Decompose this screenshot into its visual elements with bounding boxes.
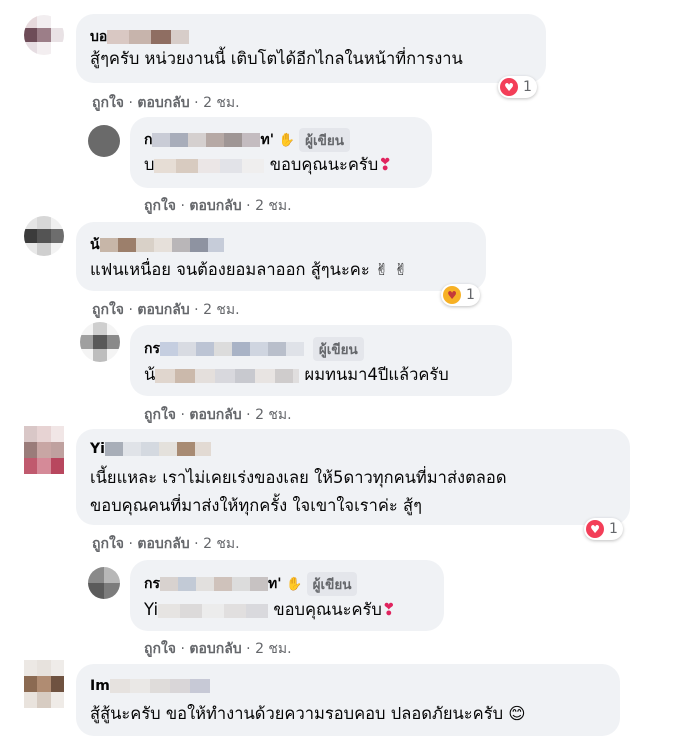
reply-name[interactable]: ก ท' ✋ ผู้เขียน <box>144 128 350 152</box>
reply-text: บ ขอบคุณนะครับ❣ <box>144 151 392 179</box>
mention[interactable]: น้ <box>144 365 155 384</box>
reply-link[interactable]: ตอบกลับ <box>189 407 241 423</box>
timestamp[interactable]: 2 ชม. <box>203 302 240 318</box>
red-heart-icon: ❣ <box>378 155 393 174</box>
timestamp[interactable]: 2 ชม. <box>255 198 292 214</box>
reply-name[interactable]: กร ผู้เขียน <box>144 337 364 361</box>
care-icon: ♥ <box>443 286 461 304</box>
comment-avatar[interactable] <box>24 15 64 55</box>
like-link[interactable]: ถูกใจ <box>92 302 124 318</box>
comment-actions: ถูกใจ · ตอบกลับ · 2 ชม. <box>92 302 240 318</box>
timestamp[interactable]: 2 ชม. <box>255 641 292 657</box>
mention[interactable]: Yi <box>144 600 158 619</box>
reply-link[interactable]: ตอบกลับ <box>189 198 241 214</box>
like-link[interactable]: ถูกใจ <box>144 198 176 214</box>
reply-actions: ถูกใจ · ตอบกลับ · 2 ชม. <box>144 641 292 657</box>
comment-text: แฟนเหนื่อย จนต้องยอมลาออก สู้ๆนะคะ ✌ ✌ <box>90 260 408 279</box>
reaction-count: 1 <box>523 79 532 95</box>
reply-avatar[interactable] <box>80 322 120 362</box>
heart-icon: ♥ <box>586 520 604 538</box>
comment-actions: ถูกใจ · ตอบกลับ · 2 ชม. <box>92 95 240 111</box>
reply-text: Yi ขอบคุณนะครับ❣ <box>144 596 396 624</box>
author-badge: ผู้เขียน <box>306 572 358 596</box>
reply-message: ขอบคุณนะครับ <box>269 155 379 174</box>
reaction-badge[interactable]: ♥ 1 <box>498 76 537 98</box>
reply-name[interactable]: กร ท' ✋ ผู้เขียน <box>144 572 358 596</box>
reply-link[interactable]: ตอบกลับ <box>137 95 189 111</box>
reply-name-text: กร <box>144 341 160 357</box>
blurred-name <box>107 30 130 44</box>
reaction-count: 1 <box>466 287 475 303</box>
commenter-name-text: Yi <box>90 441 105 457</box>
reply-message: ผมทนมา4ปีแล้วครับ <box>304 365 449 384</box>
reply-link[interactable]: ตอบกลับ <box>137 302 189 318</box>
commenter-name-text: น้ <box>90 237 100 253</box>
heart-icon: ♥ <box>500 78 518 96</box>
reaction-badge[interactable]: ♥ 1 <box>584 518 623 540</box>
reply-name-suffix: ท' <box>268 576 282 592</box>
comment-text-line-1: เนี้ยแหละ เราไม่เคยเร่งของเลย ให้5ดาวทุก… <box>90 468 507 487</box>
commenter-name[interactable]: Yi <box>90 441 211 457</box>
reaction-badge[interactable]: ♥ 1 <box>441 284 480 306</box>
reply-message: ขอบคุณนะครับ <box>273 600 382 619</box>
timestamp[interactable]: 2 ชม. <box>255 407 292 423</box>
red-heart-icon: ❣ <box>381 600 396 619</box>
reply-name-suffix: ท' <box>260 132 274 148</box>
comment-avatar[interactable] <box>24 660 64 708</box>
reply-name-text: ก <box>144 132 153 148</box>
like-link[interactable]: ถูกใจ <box>92 536 124 552</box>
mention[interactable]: บ <box>144 155 154 174</box>
like-link[interactable]: ถูกใจ <box>144 641 176 657</box>
timestamp[interactable]: 2 ชม. <box>203 536 240 552</box>
comment-avatar[interactable] <box>24 216 64 256</box>
wave-icon: ✋ <box>286 576 303 592</box>
reply-avatar[interactable] <box>88 125 120 157</box>
like-link[interactable]: ถูกใจ <box>144 407 176 423</box>
timestamp[interactable]: 2 ชม. <box>203 95 240 111</box>
reply-link[interactable]: ตอบกลับ <box>189 641 241 657</box>
comment-actions: ถูกใจ · ตอบกลับ · 2 ชม. <box>92 536 240 552</box>
comment-text: สู้สู้นะครับ ขอให้ทำงานด้วยความรอบคอบ ปล… <box>90 704 526 723</box>
reply-actions: ถูกใจ · ตอบกลับ · 2 ชม. <box>144 407 292 423</box>
commenter-name-text: บอ <box>90 29 108 45</box>
reaction-count: 1 <box>609 521 618 537</box>
comment-text-line-2: ขอบคุณคนที่มาส่งให้ทุกครั้ง ใจเขาใจเราค่… <box>90 496 422 515</box>
comment-text: สู้ๆครับ หน่วยงานนี้ เติบโตได้อีกไกลในหน… <box>90 49 463 68</box>
reply-avatar[interactable] <box>88 567 120 599</box>
commenter-name[interactable]: น้ <box>90 234 224 256</box>
reply-name-text: กร <box>144 576 160 592</box>
commenter-name[interactable]: Im <box>90 678 210 694</box>
like-link[interactable]: ถูกใจ <box>92 95 124 111</box>
reply-link[interactable]: ตอบกลับ <box>137 536 189 552</box>
comment-avatar[interactable] <box>24 426 64 474</box>
commenter-name-text: Im <box>90 678 110 694</box>
reply-actions: ถูกใจ · ตอบกลับ · 2 ชม. <box>144 198 292 214</box>
author-badge: ผู้เขียน <box>299 128 350 152</box>
wave-icon: ✋ <box>278 132 296 148</box>
reply-text: น้ ผมทนมา4ปีแล้วครับ <box>144 361 449 389</box>
author-badge: ผู้เขียน <box>312 337 364 361</box>
